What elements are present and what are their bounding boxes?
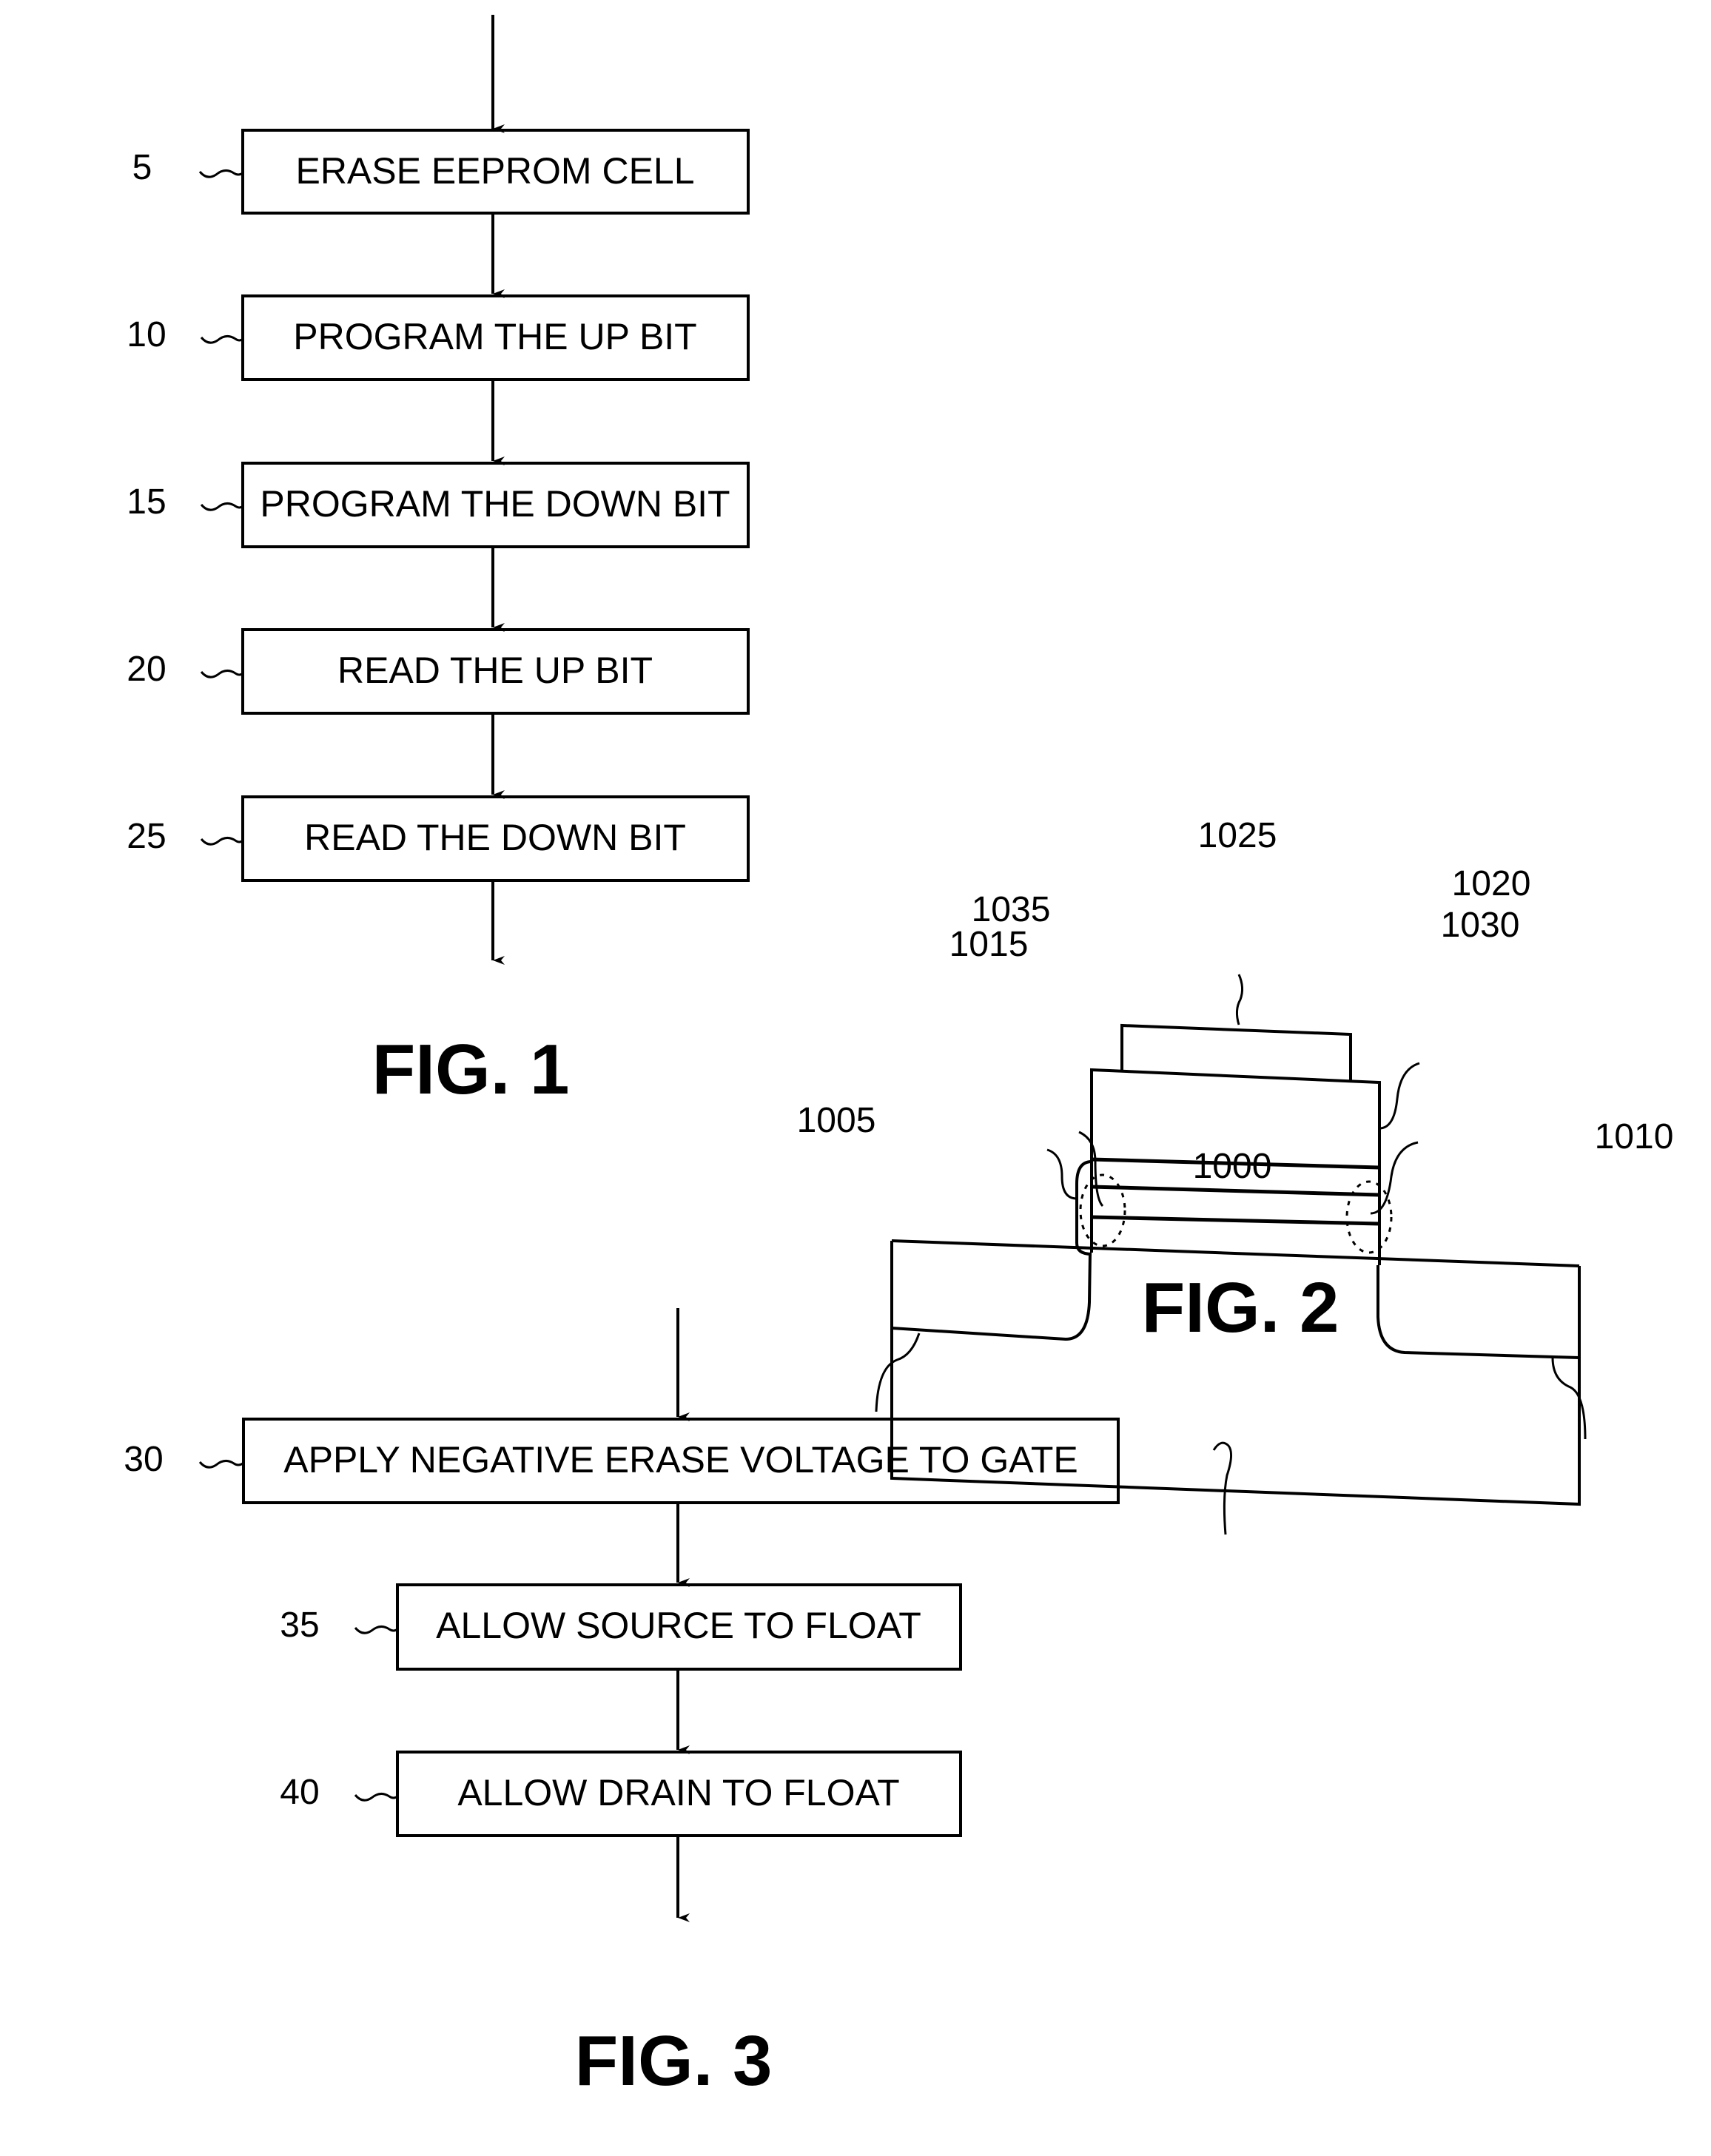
fig2-label: FIG. 2 (1142, 1268, 1339, 1347)
patent-drawing-sheet: ERASE EEPROM CELL 5 PROGRAM THE UP BIT 1… (124, 15, 1674, 2101)
leader-1030 (1370, 1141, 1419, 1215)
leader-1020 (1379, 1062, 1420, 1130)
fig1-flowchart: ERASE EEPROM CELL 5 PROGRAM THE UP BIT 1… (127, 15, 750, 1109)
fig1-step-5: ERASE EEPROM CELL 5 (132, 129, 750, 215)
step-text: PROGRAM THE UP BIT (293, 316, 696, 357)
leader-squiggle (200, 335, 244, 344)
fig3-label: FIG. 3 (575, 2021, 773, 2101)
step-ref: 40 (280, 1773, 319, 1812)
step-text: PROGRAM THE DOWN BIT (260, 483, 730, 525)
ref-1030: 1030 (1441, 906, 1520, 945)
fig1-step-10: PROGRAM THE UP BIT 10 (127, 294, 750, 381)
ref-1025: 1025 (1198, 816, 1277, 855)
step-text: ALLOW DRAIN TO FLOAT (457, 1772, 899, 1813)
step-ref: 20 (127, 650, 166, 689)
step-ref: 15 (127, 482, 166, 522)
fig3-step-30: APPLY NEGATIVE ERASE VOLTAGE TO GATE 30 (124, 1418, 1120, 1504)
ref-1015: 1015 (949, 925, 1029, 964)
step-ref: 5 (132, 148, 152, 187)
fig3-step-40: ALLOW DRAIN TO FLOAT 40 (280, 1751, 962, 1837)
leader-squiggle (354, 1793, 398, 1802)
step-text: ERASE EEPROM CELL (295, 150, 694, 192)
step-ref: 10 (127, 315, 166, 354)
step-text: ALLOW SOURCE TO FLOAT (436, 1605, 921, 1646)
leader-1000 (1212, 1441, 1232, 1535)
fig1-step-20: READ THE UP BIT 20 (127, 628, 750, 715)
step-text: READ THE DOWN BIT (304, 817, 686, 858)
leader-squiggle (198, 169, 243, 178)
leader-1005 (875, 1333, 921, 1412)
fig3-step-35: ALLOW SOURCE TO FLOAT 35 (280, 1583, 962, 1671)
step-text: READ THE UP BIT (337, 650, 653, 691)
fig3-flowchart: APPLY NEGATIVE ERASE VOLTAGE TO GATE 30 … (124, 1308, 1120, 2101)
step-ref: 25 (127, 817, 166, 856)
ref-1000: 1000 (1193, 1147, 1272, 1186)
step-text: APPLY NEGATIVE ERASE VOLTAGE TO GATE (283, 1439, 1078, 1480)
fig1-label: FIG. 1 (372, 1030, 570, 1109)
source-region (891, 1252, 1092, 1341)
leader-squiggle (198, 1460, 243, 1469)
leader-squiggle (200, 670, 244, 678)
leader-1025 (1235, 974, 1244, 1025)
ref-1005: 1005 (797, 1101, 876, 1140)
gate-layer-2 (1091, 1185, 1380, 1197)
left-spacer-1015 (1075, 1160, 1092, 1256)
leader-1015 (1046, 1148, 1078, 1200)
fig1-step-25: READ THE DOWN BIT 25 (127, 795, 750, 882)
leader-squiggle (200, 502, 244, 511)
substrate-surface (891, 1239, 1580, 1267)
leader-squiggle (200, 837, 244, 846)
gate-layer-3 (1091, 1215, 1380, 1226)
fig1-step-15: PROGRAM THE DOWN BIT 15 (127, 462, 750, 548)
drain-region (1376, 1265, 1580, 1359)
step-ref: 35 (280, 1606, 319, 1645)
ref-1020: 1020 (1452, 864, 1531, 903)
charge-region-right (1345, 1180, 1393, 1254)
fig2-reference-numerals: 1025 1020 1030 1035 1015 1005 1010 1000 (797, 816, 1674, 1186)
leader-squiggle (354, 1626, 398, 1634)
ref-1010: 1010 (1595, 1117, 1674, 1156)
step-ref: 30 (124, 1440, 163, 1479)
ref-1035: 1035 (972, 890, 1051, 929)
